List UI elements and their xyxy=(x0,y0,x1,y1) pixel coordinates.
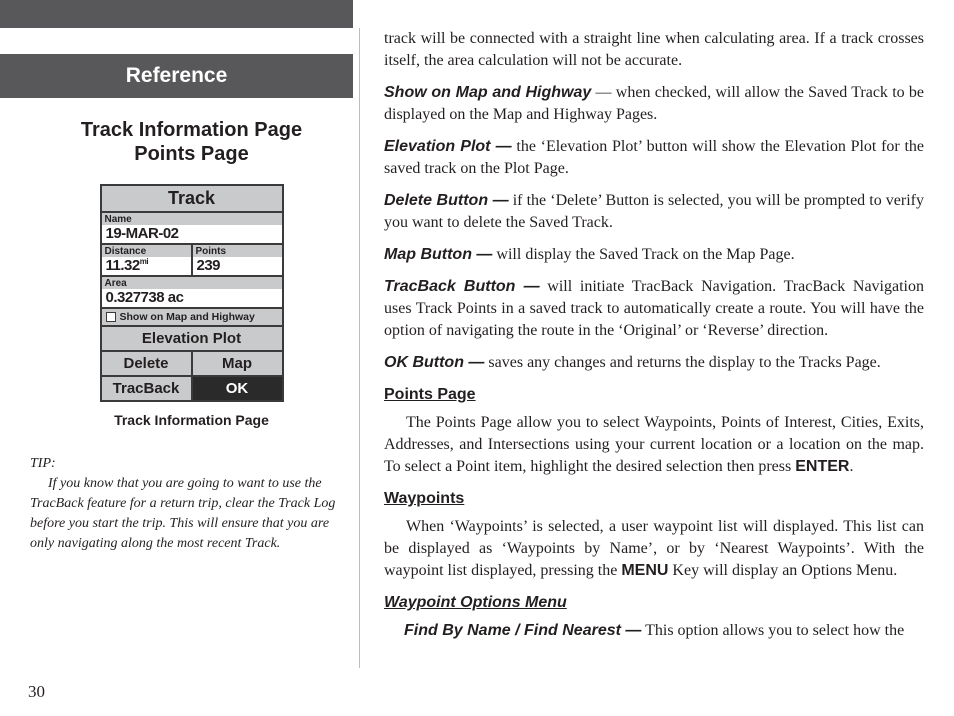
delete-button: Delete xyxy=(102,352,193,375)
tracback-button: TracBack xyxy=(102,377,193,400)
ok-button-desc: OK Button — saves any changes and return… xyxy=(384,352,924,374)
distance-unit: mi xyxy=(140,257,148,266)
distance-value: 11.32mi xyxy=(102,257,191,275)
waypoints-paragraph: When ‘Waypoints’ is selected, a user way… xyxy=(384,516,924,582)
elevation-plot-desc: Elevation Plot — the ‘Elevation Plot’ bu… xyxy=(384,136,924,180)
tip-head: TIP: xyxy=(30,454,353,474)
distance-number: 11.32 xyxy=(106,257,140,274)
fbn-desc: This option allows you to select how the xyxy=(641,622,904,639)
del-term: Delete Button — xyxy=(384,192,509,209)
top-gray-bar xyxy=(0,0,353,28)
device-title: Track xyxy=(102,186,282,213)
checkbox-icon xyxy=(106,312,116,322)
map-button: Map xyxy=(193,352,282,375)
elevation-plot-button: Elevation Plot xyxy=(102,327,282,352)
map-button-desc: Map Button — will display the Saved Trac… xyxy=(384,244,924,266)
period: . xyxy=(849,458,853,475)
waypoint-options-heading: Waypoint Options Menu xyxy=(384,592,924,614)
find-by-name-desc: Find By Name / Find Nearest — This optio… xyxy=(404,620,924,642)
page-subtitle: Track Information Page Points Page xyxy=(30,118,353,166)
ok-desc: saves any changes and returns the displa… xyxy=(484,354,880,371)
page-number: 30 xyxy=(28,682,45,702)
intro-paragraph: track will be connected with a straight … xyxy=(384,28,924,72)
tip-block: TIP: If you know that you are going to w… xyxy=(30,454,353,554)
right-column: track will be connected with a straight … xyxy=(384,28,924,652)
points-page-paragraph: The Points Page allow you to select Wayp… xyxy=(384,412,924,478)
map-term: Map Button — xyxy=(384,246,492,263)
show-on-map-desc: Show on Map and Highway — when checked, … xyxy=(384,82,924,126)
name-value: 19-MAR-02 xyxy=(102,225,282,245)
distance-label: Distance xyxy=(102,245,191,257)
points-value: 239 xyxy=(193,257,282,275)
ok-button: OK xyxy=(193,377,282,400)
waypoints-text-b: Key will display an Options Menu. xyxy=(668,562,897,579)
show-term: Show on Map and Highway xyxy=(384,84,591,101)
fbn-term: Find By Name / Find Nearest — xyxy=(404,622,641,639)
points-label: Points xyxy=(193,245,282,257)
elev-term: Elevation Plot — xyxy=(384,138,512,155)
name-label: Name xyxy=(102,213,282,225)
device-screenshot: Track Name 19-MAR-02 Distance 11.32mi Po… xyxy=(100,184,284,402)
waypoints-heading: Waypoints xyxy=(384,488,924,510)
checkbox-label: Show on Map and Highway xyxy=(120,311,255,323)
area-value: 0.327738 ac xyxy=(102,289,282,309)
screenshot-caption: Track Information Page xyxy=(30,412,353,428)
tip-body: If you know that you are going to want t… xyxy=(30,474,353,554)
menu-key: MENU xyxy=(621,562,668,579)
ok-term: OK Button — xyxy=(384,354,484,371)
points-page-heading: Points Page xyxy=(384,384,924,406)
tracback-button-desc: TracBack Button — will initiate TracBack… xyxy=(384,276,924,342)
show-on-map-row: Show on Map and Highway xyxy=(102,309,282,327)
left-column: Track Information Page Points Page Track… xyxy=(30,118,353,554)
enter-key: ENTER xyxy=(795,458,849,475)
trac-term: TracBack Button — xyxy=(384,278,540,295)
column-divider xyxy=(359,28,360,668)
map-desc: will display the Saved Track on the Map … xyxy=(492,246,794,263)
subtitle-line2: Points Page xyxy=(134,143,248,165)
delete-button-desc: Delete Button — if the ‘Delete’ Button i… xyxy=(384,190,924,234)
section-bar: Reference xyxy=(0,54,353,98)
area-label: Area xyxy=(102,277,282,289)
subtitle-line1: Track Information Page xyxy=(81,119,302,141)
